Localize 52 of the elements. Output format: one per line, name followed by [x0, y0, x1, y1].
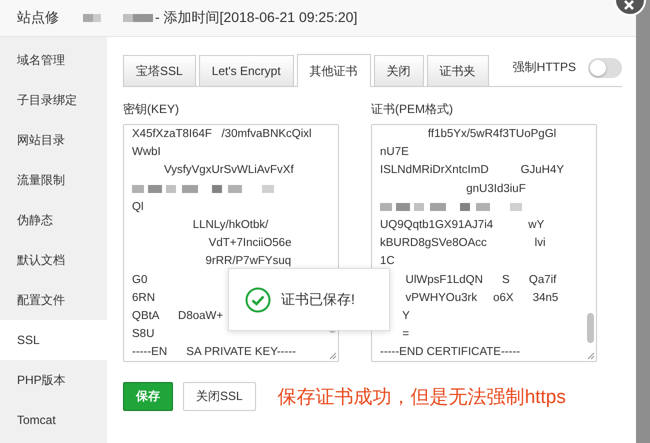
- sidebar-item[interactable]: 子目录绑定: [0, 80, 107, 120]
- sidebar-item[interactable]: PHP版本: [0, 360, 107, 400]
- sidebar-item[interactable]: 默认文档: [0, 240, 107, 280]
- field-label: 密钥(KEY): [123, 101, 180, 118]
- sidebar-item[interactable]: Tomcat: [0, 400, 107, 440]
- annotation-text: 保存证书成功，但是无法强制https: [278, 386, 566, 410]
- text-line: VdT+7InciiO56e: [208, 236, 292, 252]
- tab[interactable]: 关闭: [374, 55, 424, 86]
- text-line: =: [401, 327, 410, 342]
- sidebar-item[interactable]: 配置文件: [0, 280, 107, 320]
- text-line: Y: [401, 309, 410, 324]
- text-line: 1C: [380, 254, 395, 270]
- window-subtitle: - 添加时间[2018-06-21 09:25:20]: [155, 9, 358, 27]
- text-line: VysfyVgxUrSvWLiAvFvXf: [162, 163, 294, 178]
- text-line: QBtA D8oaW+: [132, 309, 224, 324]
- scrollbar-thumb[interactable]: [587, 313, 594, 343]
- text-line: -----EN SA PRIVATE KEY-----: [132, 345, 296, 360]
- toggle-label: 强制HTTPS: [512, 59, 576, 76]
- text-line: 6RN: [132, 290, 156, 306]
- field-label: 证书(PEM格式): [371, 101, 454, 118]
- check-circle-icon: [245, 286, 271, 312]
- window-title: 站点修: [17, 9, 59, 27]
- tab[interactable]: 宝塔SSL: [123, 55, 196, 86]
- text-line: Ql: [132, 200, 144, 215]
- toggle-switch[interactable]: [588, 58, 622, 78]
- text-line: ISLNdMRiDrXntcImD GJuH4Y: [380, 163, 564, 178]
- tab[interactable]: 其他证书: [296, 54, 371, 87]
- resize-grip-icon[interactable]: [329, 352, 337, 360]
- text-line: X45fXzaT8I64F /30mfvaBNKcQixl: [132, 127, 312, 142]
- text-line: LLNLy/hkOtbk/: [192, 218, 268, 233]
- sidebar-item[interactable]: 流量限制: [0, 160, 107, 200]
- sidebar-item[interactable]: 域名管理: [0, 40, 107, 80]
- text-line: kBURD8gSVe8OAcc lvi: [380, 236, 546, 252]
- text-line: S8U: [132, 327, 154, 342]
- sidebar-item[interactable]: SSL: [0, 320, 107, 360]
- text-line: WwbI: [132, 145, 161, 160]
- sidebar-item[interactable]: 伪静态: [0, 200, 107, 240]
- text-area[interactable]: ff1b5Yx/5wR4f3TUoPgGl nU7E ISLNdMRiDrXntcImD GJuH4Y gnU3Id3iuF UQ9Qqtb1GX91AJ7i4 wY kBURD8gSVe8OAcc lvi 1C UlWpsF1LdQN S Qa7if vPWHYOu3rk o6X 34n5 Y = -----END CERTIFICATE-----: [371, 124, 597, 362]
- text-line: ff1b5Yx/5wR4f3TUoPgGl: [426, 127, 556, 142]
- text-line: UlWpsF1LdQN S Qa7if: [404, 272, 556, 288]
- text-line: -----END CERTIFICATE-----: [380, 345, 520, 360]
- text-line: G0: [132, 272, 148, 288]
- text-line: nU7E: [380, 145, 409, 160]
- tab[interactable]: Let's Encrypt: [198, 55, 294, 86]
- text-line: gnU3Id3iuF: [465, 182, 526, 197]
- tab[interactable]: 证书夹: [426, 55, 489, 86]
- resize-grip-icon[interactable]: [587, 352, 595, 360]
- text-line: 9rRR/P7wFYsuq: [204, 254, 292, 270]
- sidebar-item[interactable]: 网站目录: [0, 120, 107, 160]
- close-ssl-button[interactable]: 关闭SSL: [183, 382, 256, 411]
- text-line: vPWHYOu3rk o6X 34n5: [404, 290, 558, 306]
- text-line: UQ9Qqtb1GX91AJ7i4 wY: [380, 218, 544, 233]
